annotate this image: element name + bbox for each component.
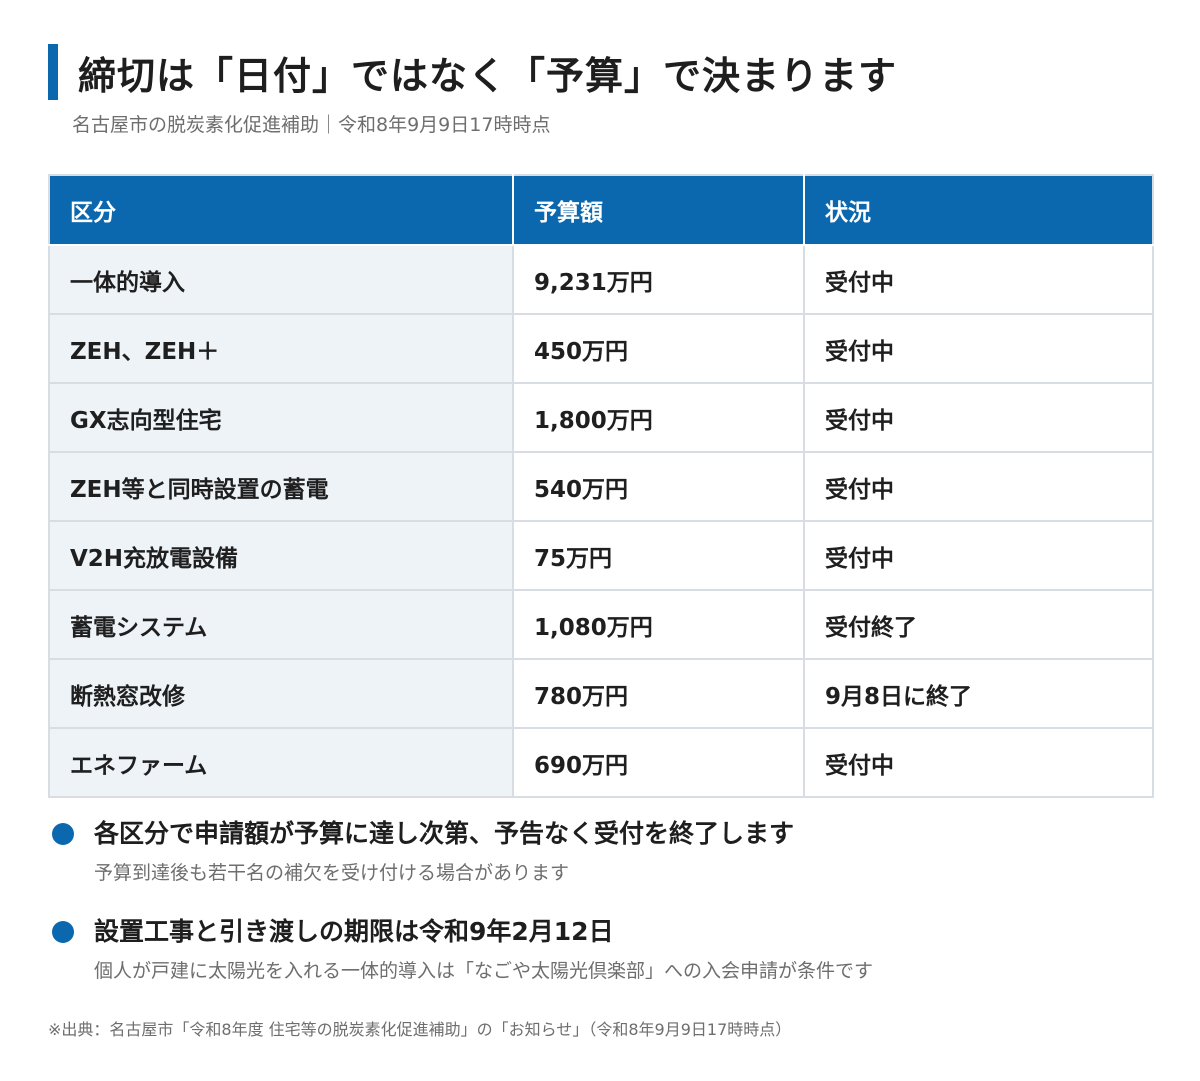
row-budget: 1,080万円 — [512, 589, 805, 660]
table-row: 蓄電システム 1,080万円 受付終了 — [48, 589, 1154, 660]
bullet-dot-icon — [52, 823, 74, 845]
table-row: V2H充放電設備 75万円 受付中 — [48, 520, 1154, 591]
table-header-row: 区分 予算額 状況 — [48, 174, 1154, 246]
row-category: エネファーム — [48, 727, 514, 798]
header-category: 区分 — [48, 174, 514, 246]
bullet-dot-icon — [52, 921, 74, 943]
page-subtitle: 名古屋市の脱炭素化促進補助｜令和8年9月9日17時時点 — [72, 114, 551, 136]
row-category: ZEH、ZEH＋ — [48, 313, 514, 384]
note-item: 設置工事と引き渡しの期限は令和9年2月12日 個人が戸建に太陽光を入れる一体的導… — [52, 912, 1152, 986]
row-budget: 75万円 — [512, 520, 805, 591]
row-status: 受付終了 — [803, 589, 1154, 660]
budget-table: 区分 予算額 状況 一体的導入 9,231万円 受付中 ZEH、ZEH＋ 450… — [48, 174, 1154, 798]
row-category: 蓄電システム — [48, 589, 514, 660]
row-status: 受付中 — [803, 244, 1154, 315]
page-title: 締切は「日付」ではなく「予算」で決まります — [78, 53, 898, 98]
row-category: V2H充放電設備 — [48, 520, 514, 591]
table-row: ZEH等と同時設置の蓄電 540万円 受付中 — [48, 451, 1154, 522]
table-row: 一体的導入 9,231万円 受付中 — [48, 244, 1154, 315]
row-category: 一体的導入 — [48, 244, 514, 315]
row-status: 9月8日に終了 — [803, 658, 1154, 729]
note-heading: 設置工事と引き渡しの期限は令和9年2月12日 — [94, 917, 614, 946]
table-row: ZEH、ZEH＋ 450万円 受付中 — [48, 313, 1154, 384]
note-detail: 予算到達後も若干名の補欠を受け付ける場合があります — [94, 862, 570, 884]
table-row: エネファーム 690万円 受付中 — [48, 727, 1154, 798]
table-row: 断熱窓改修 780万円 9月8日に終了 — [48, 658, 1154, 729]
source-citation: ※出典：名古屋市「令和8年度 住宅等の脱炭素化促進補助」の「お知らせ」（令和8年… — [48, 1020, 792, 1039]
title-accent-bar — [48, 44, 58, 100]
header-budget: 予算額 — [512, 174, 805, 246]
notes-list: 各区分で申請額が予算に達し次第、予告なく受付を終了します 予算到達後も若干名の補… — [52, 814, 1152, 986]
row-status: 受付中 — [803, 382, 1154, 453]
row-budget: 780万円 — [512, 658, 805, 729]
row-budget: 1,800万円 — [512, 382, 805, 453]
row-status: 受付中 — [803, 520, 1154, 591]
title-row: 締切は「日付」ではなく「予算」で決まります — [48, 44, 897, 100]
note-heading: 各区分で申請額が予算に達し次第、予告なく受付を終了します — [94, 819, 795, 848]
row-budget: 690万円 — [512, 727, 805, 798]
row-category: ZEH等と同時設置の蓄電 — [48, 451, 514, 522]
row-status: 受付中 — [803, 313, 1154, 384]
row-budget: 540万円 — [512, 451, 805, 522]
header-status: 状況 — [803, 174, 1154, 246]
row-status: 受付中 — [803, 451, 1154, 522]
row-budget: 9,231万円 — [512, 244, 805, 315]
table-row: GX志向型住宅 1,800万円 受付中 — [48, 382, 1154, 453]
row-status: 受付中 — [803, 727, 1154, 798]
row-budget: 450万円 — [512, 313, 805, 384]
note-detail: 個人が戸建に太陽光を入れる一体的導入は「なごや太陽光倶楽部」への入会申請が条件で… — [94, 960, 874, 982]
note-item: 各区分で申請額が予算に達し次第、予告なく受付を終了します 予算到達後も若干名の補… — [52, 814, 1152, 888]
row-category: 断熱窓改修 — [48, 658, 514, 729]
row-category: GX志向型住宅 — [48, 382, 514, 453]
